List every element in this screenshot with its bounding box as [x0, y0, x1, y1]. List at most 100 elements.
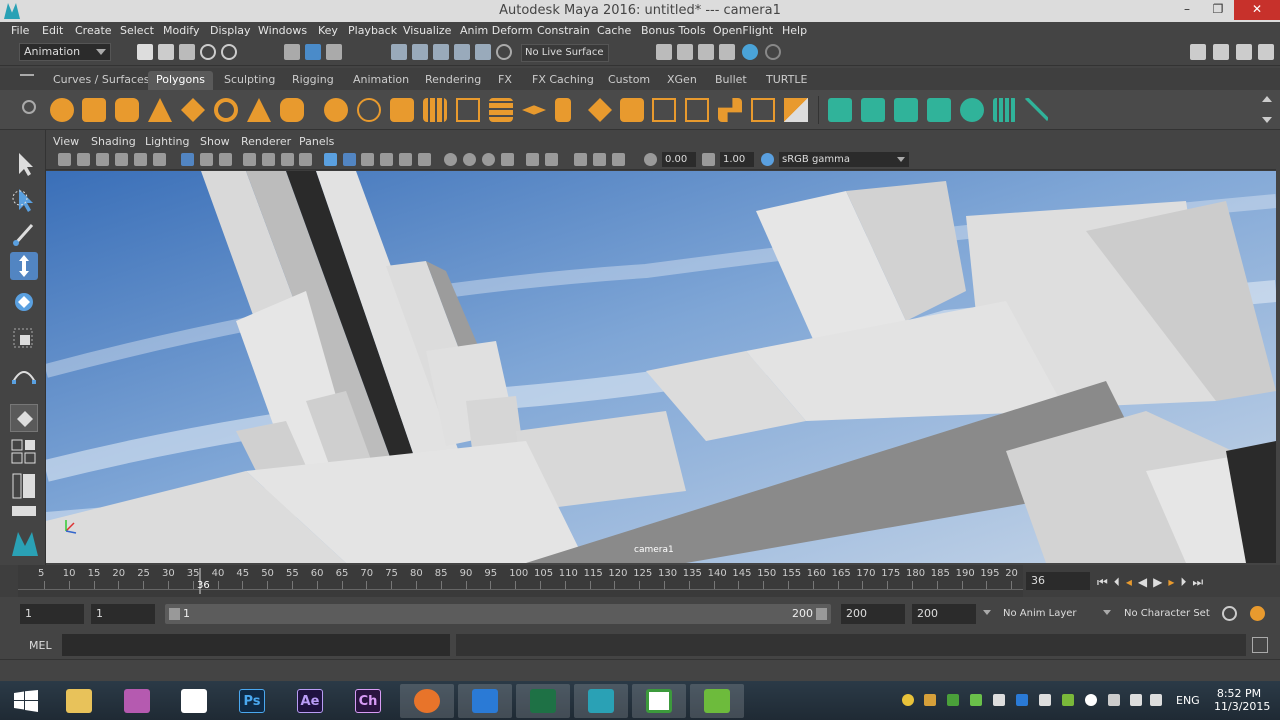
menu-create[interactable]: Create: [75, 24, 112, 37]
paint-select-tool-icon[interactable]: [10, 220, 38, 248]
panel-menu-lighting[interactable]: Lighting: [145, 135, 189, 148]
play-backward-icon[interactable]: ◀: [1138, 575, 1153, 589]
film-gate-icon[interactable]: [200, 153, 213, 166]
field-chart-icon[interactable]: [262, 153, 275, 166]
extra-tool-icon[interactable]: [765, 44, 781, 60]
move-tool-icon[interactable]: [10, 252, 38, 280]
range-bar[interactable]: 1 200: [165, 604, 831, 624]
poly-pyramid-icon[interactable]: [247, 98, 271, 122]
tool-settings-icon[interactable]: [1236, 44, 1252, 60]
tab-polygons[interactable]: Polygons: [148, 71, 213, 90]
target-weld-icon[interactable]: [685, 98, 709, 122]
wireframe-icon[interactable]: [324, 153, 337, 166]
two-d-pan-icon[interactable]: [134, 153, 147, 166]
character-animator-app[interactable]: Ch: [341, 684, 395, 718]
xray-joints-icon[interactable]: [545, 153, 558, 166]
wireframe-on-shaded-icon[interactable]: [361, 153, 374, 166]
menu-select[interactable]: Select: [120, 24, 154, 37]
script-language-label[interactable]: MEL: [29, 639, 52, 652]
smooth-shade-icon[interactable]: [343, 153, 356, 166]
character-app[interactable]: [110, 684, 164, 718]
bevel-icon[interactable]: [588, 98, 612, 122]
shelf-scroll-up-icon[interactable]: [1262, 96, 1272, 102]
color-space-dropdown[interactable]: sRGB gamma: [779, 152, 909, 167]
shelf-menu-icon[interactable]: [20, 74, 34, 76]
volume-icon[interactable]: [1150, 694, 1162, 706]
tab-rigging[interactable]: Rigging: [284, 71, 342, 90]
modeling-toolkit-icon[interactable]: [1190, 44, 1206, 60]
time-slider-track[interactable]: 5 10 15 20 25 30 35 40 45 50 55 60 65 70 75 80 85 90 95 100…: [18, 565, 1023, 597]
tray-flag-icon[interactable]: [993, 694, 1005, 706]
edge-flow-icon[interactable]: [751, 98, 775, 122]
poly-cylinder-icon[interactable]: [115, 98, 139, 122]
start-time-field[interactable]: 1: [20, 604, 84, 624]
graph-layout-icon[interactable]: [10, 504, 38, 518]
menu-file[interactable]: File: [11, 24, 29, 37]
menu-visualize[interactable]: Visualize: [403, 24, 451, 37]
open-scene-icon[interactable]: [158, 44, 174, 60]
exposure-field[interactable]: 0.00: [662, 152, 696, 167]
xray-icon[interactable]: [380, 153, 393, 166]
tray-power-icon[interactable]: [1130, 694, 1142, 706]
panel-menu-view[interactable]: View: [53, 135, 79, 148]
slide-edge-icon[interactable]: [784, 98, 808, 122]
close-button[interactable]: ✕: [1234, 0, 1280, 20]
poly-sphere-icon[interactable]: [50, 98, 74, 122]
lights-icon[interactable]: [418, 153, 431, 166]
tray-nvidia-icon[interactable]: [1062, 694, 1074, 706]
restore-button[interactable]: ❐: [1203, 0, 1233, 20]
ipr-render-icon[interactable]: [698, 44, 714, 60]
safe-action-icon[interactable]: [281, 153, 294, 166]
menu-anim-deform[interactable]: Anim Deform: [460, 24, 533, 37]
gamma-field[interactable]: 1.00: [720, 152, 754, 167]
merge-icon[interactable]: [620, 98, 644, 122]
go-to-start-icon[interactable]: ⏮: [1097, 575, 1114, 589]
time-slider[interactable]: 5 10 15 20 25 30 35 40 45 50 55 60 65 70 75 80 85 90 95 100…: [0, 565, 1280, 597]
panel-menu-show[interactable]: Show: [200, 135, 230, 148]
mirror-icon[interactable]: [390, 98, 414, 122]
end-time-field[interactable]: 200: [912, 604, 976, 624]
tab-fx-caching[interactable]: FX Caching: [524, 71, 602, 90]
snap-grid-icon[interactable]: [391, 44, 407, 60]
planar-map-icon[interactable]: [861, 98, 885, 122]
snap-view-plane-icon[interactable]: [454, 44, 470, 60]
bookmark-icon[interactable]: [96, 153, 109, 166]
redo-icon[interactable]: [221, 44, 237, 60]
step-back-key-icon[interactable]: ⏴: [1114, 575, 1126, 589]
separate-icon[interactable]: [357, 98, 381, 122]
bridge-icon[interactable]: [522, 105, 546, 115]
camtasia-app[interactable]: [632, 684, 686, 718]
reduce-icon[interactable]: [456, 98, 480, 122]
select-hierarchy-icon[interactable]: [284, 44, 300, 60]
viewport-3d-scene[interactable]: camera1: [46, 171, 1276, 563]
firefox-app[interactable]: [400, 684, 454, 718]
menu-windows[interactable]: Windows: [258, 24, 307, 37]
step-forward-key-icon[interactable]: ⏵: [1180, 575, 1192, 589]
snap-point-icon[interactable]: [433, 44, 449, 60]
tray-check-icon[interactable]: [970, 694, 982, 706]
tab-sculpting[interactable]: Sculpting: [216, 71, 283, 90]
select-object-icon[interactable]: [305, 44, 321, 60]
render-frame-icon[interactable]: [677, 44, 693, 60]
tray-smiley-icon[interactable]: [902, 694, 914, 706]
menuset-dropdown[interactable]: Animation: [19, 43, 111, 61]
poly-plane-icon[interactable]: [181, 98, 205, 122]
tab-fx[interactable]: FX: [490, 71, 520, 90]
after-effects-app[interactable]: Ae: [283, 684, 337, 718]
panel-menu-shading[interactable]: Shading: [91, 135, 136, 148]
isolate-select-icon[interactable]: [526, 153, 539, 166]
layout-uv-icon[interactable]: [993, 98, 1017, 122]
outliner-layout-icon[interactable]: [10, 472, 38, 500]
clock[interactable]: 8:52 PM 11/3/2015: [1214, 687, 1270, 713]
poly-cone-icon[interactable]: [148, 98, 172, 122]
tray-sync-icon[interactable]: [1108, 694, 1120, 706]
tab-turtle[interactable]: TURTLE: [758, 71, 815, 90]
new-scene-icon[interactable]: [137, 44, 153, 60]
four-view-layout-icon[interactable]: [10, 438, 38, 466]
play-forward-icon[interactable]: ▶: [1153, 575, 1168, 589]
auto-key-icon[interactable]: [1222, 606, 1237, 621]
range-end-handle[interactable]: [816, 608, 827, 620]
menu-cache[interactable]: Cache: [597, 24, 631, 37]
tab-curves-surfaces[interactable]: Curves / Surfaces: [45, 71, 158, 90]
panel-menu-renderer[interactable]: Renderer: [241, 135, 291, 148]
